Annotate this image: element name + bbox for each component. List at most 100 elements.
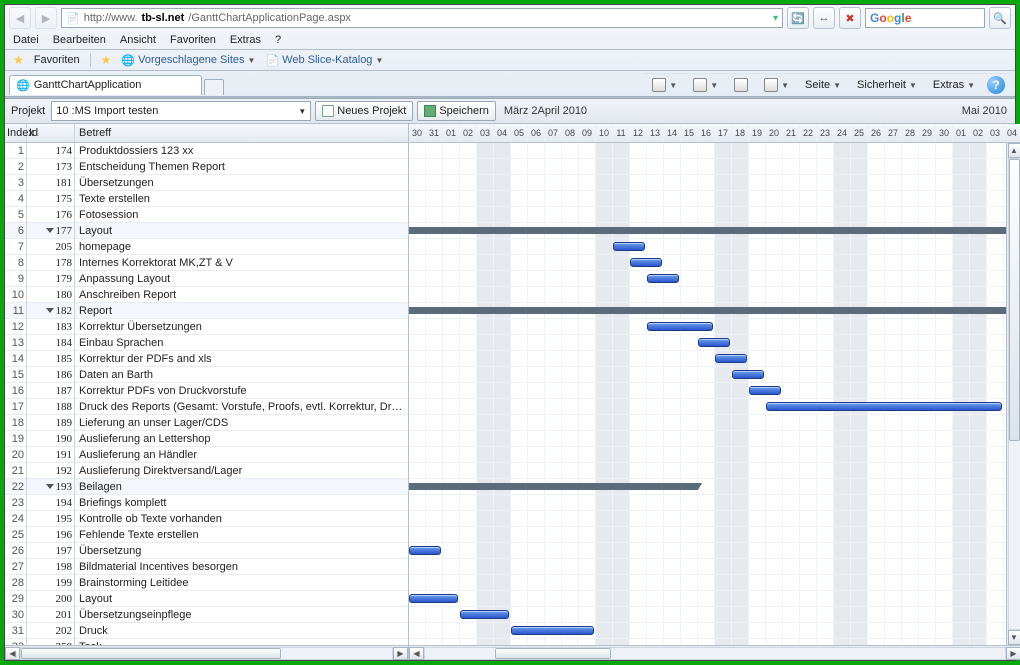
scroll-left-icon[interactable]: ◀ — [5, 647, 20, 660]
task-bar[interactable] — [647, 322, 713, 331]
back-button[interactable]: ◀ — [9, 7, 31, 29]
menu-extras[interactable]: Extras — [230, 34, 261, 46]
projekt-label: Projekt — [9, 105, 47, 117]
day-header-cell: 05 — [511, 124, 528, 142]
day-header-cell: 03 — [987, 124, 1004, 142]
menu-datei[interactable]: Datei — [13, 34, 39, 46]
feeds-button[interactable]: ▼ — [689, 77, 722, 93]
scroll-left-icon[interactable]: ◀ — [409, 647, 424, 660]
grid-hscroll[interactable]: ◀ ▶ — [5, 645, 408, 660]
col-header-index[interactable]: Index — [5, 124, 27, 142]
day-header-cell: 17 — [715, 124, 732, 142]
task-bar[interactable] — [749, 386, 781, 395]
summary-bar[interactable] — [409, 227, 1020, 234]
day-header-cell: 03 — [477, 124, 494, 142]
projekt-select[interactable]: 10 :MS Import testen ▼ — [51, 101, 311, 121]
task-bar[interactable] — [630, 258, 662, 267]
day-header-cell: 09 — [579, 124, 596, 142]
google-icon: Google — [870, 11, 911, 25]
menu-bar: Datei Bearbeiten Ansicht Favoriten Extra… — [5, 31, 1015, 50]
task-bar[interactable] — [511, 626, 594, 635]
task-bar[interactable] — [698, 338, 730, 347]
menu-favoriten[interactable]: Favoriten — [170, 34, 216, 46]
gantt-day-header: 3031010203040506070809101112131415161718… — [409, 124, 1020, 143]
mail-button[interactable] — [730, 77, 752, 93]
home-button[interactable]: ▼ — [648, 77, 681, 93]
url-path: /GanttChartApplicationPage.aspx — [188, 12, 351, 24]
day-header-cell: 04 — [494, 124, 511, 142]
forward-button[interactable]: ▶ — [35, 7, 57, 29]
menu-ansicht[interactable]: Ansicht — [120, 34, 156, 46]
scroll-right-icon[interactable]: ▶ — [393, 647, 408, 660]
page-menu[interactable]: Seite▼ — [801, 78, 845, 92]
day-header-cell: 16 — [698, 124, 715, 142]
task-bar[interactable] — [647, 274, 679, 283]
help-button[interactable]: ? — [987, 76, 1005, 94]
summary-bar[interactable] — [409, 483, 698, 490]
safety-menu[interactable]: Sicherheit▼ — [853, 78, 921, 92]
speichern-button[interactable]: Speichern — [417, 101, 496, 121]
favorites-bar: ★ Favoriten ★ 🌐 Vorgeschlagene Sites ▼ 📄… — [5, 50, 1015, 71]
save-icon — [424, 105, 436, 117]
gantt-chart: 3031010203040506070809101112131415161718… — [409, 124, 1020, 660]
neues-projekt-button[interactable]: Neues Projekt — [315, 101, 413, 121]
day-header-cell: 26 — [868, 124, 885, 142]
menu-bearbeiten[interactable]: Bearbeiten — [53, 34, 106, 46]
cell-index: 32 — [5, 636, 27, 646]
col-header-id[interactable]: Id — [27, 124, 75, 142]
stop-button[interactable]: ↔ — [813, 7, 835, 29]
day-header-cell: 24 — [834, 124, 851, 142]
task-bar[interactable] — [409, 546, 441, 555]
projekt-value: 10 :MS Import testen — [56, 105, 158, 117]
task-bar[interactable] — [766, 402, 1002, 411]
search-box[interactable]: Google — [865, 8, 985, 28]
day-header-cell: 12 — [630, 124, 647, 142]
favorites-label[interactable]: Favoriten — [34, 54, 80, 66]
day-header-cell: 08 — [562, 124, 579, 142]
col-header-betreff[interactable]: Betreff — [75, 124, 408, 142]
url-bar[interactable]: 📄 http://www.tb-sl.net/GanttChartApplica… — [61, 8, 783, 28]
day-header-cell: 25 — [851, 124, 868, 142]
day-header-cell: 20 — [766, 124, 783, 142]
new-tab-button[interactable] — [204, 79, 224, 95]
task-grid: Index Id Betreff 1174Produktdossiers 123… — [5, 124, 409, 660]
divider — [90, 53, 91, 67]
scroll-right-icon[interactable]: ▶ — [1006, 647, 1020, 660]
day-header-cell: 30 — [409, 124, 426, 142]
day-header-cell: 02 — [460, 124, 477, 142]
grid-header: Index Id Betreff — [5, 124, 408, 143]
fav-webslice[interactable]: 📄 Web Slice-Katalog ▼ — [265, 54, 383, 67]
task-bar[interactable] — [409, 594, 458, 603]
gantt-hscroll[interactable]: ◀ ▶ — [409, 645, 1020, 660]
task-bar[interactable] — [613, 242, 645, 251]
gantt-vscroll[interactable]: ▲ ▼ — [1006, 143, 1020, 645]
day-header-cell: 14 — [664, 124, 681, 142]
day-header-cell: 27 — [885, 124, 902, 142]
task-bar[interactable] — [715, 354, 747, 363]
day-header-cell: 06 — [528, 124, 545, 142]
x-button[interactable]: ✖ — [839, 7, 861, 29]
tab-icon: 🌐 — [16, 79, 30, 92]
slice-icon: 📄 — [265, 54, 279, 67]
scroll-up-icon[interactable]: ▲ — [1008, 143, 1020, 158]
scroll-down-icon[interactable]: ▼ — [1008, 630, 1020, 645]
refresh-button[interactable]: 🔄 — [787, 7, 809, 29]
ssl-icon: ▾ — [773, 13, 778, 24]
browser-tab[interactable]: 🌐 GanttChartApplication — [9, 75, 202, 95]
task-bar[interactable] — [460, 610, 509, 619]
print-button[interactable]: ▼ — [760, 77, 793, 93]
page-icon: 📄 — [66, 12, 80, 25]
menu-help[interactable]: ? — [275, 34, 281, 46]
command-bar: ▼ ▼ ▼ Seite▼ Sicherheit▼ Extras▼ ? — [642, 73, 1011, 96]
day-header-cell: 07 — [545, 124, 562, 142]
summary-bar[interactable] — [409, 307, 1020, 314]
task-bar[interactable] — [732, 370, 764, 379]
fav-suggested-sites[interactable]: 🌐 Vorgeschlagene Sites ▼ — [121, 54, 255, 67]
search-go-button[interactable]: 🔍 — [989, 7, 1011, 29]
app-toolbar: Projekt 10 :MS Import testen ▼ Neues Pro… — [5, 99, 1015, 124]
star-icon[interactable]: ★ — [13, 53, 24, 67]
cell-betreff: Task — [75, 636, 408, 646]
feed-icon — [693, 78, 707, 92]
extras-menu[interactable]: Extras▼ — [929, 78, 979, 92]
home-icon — [652, 78, 666, 92]
